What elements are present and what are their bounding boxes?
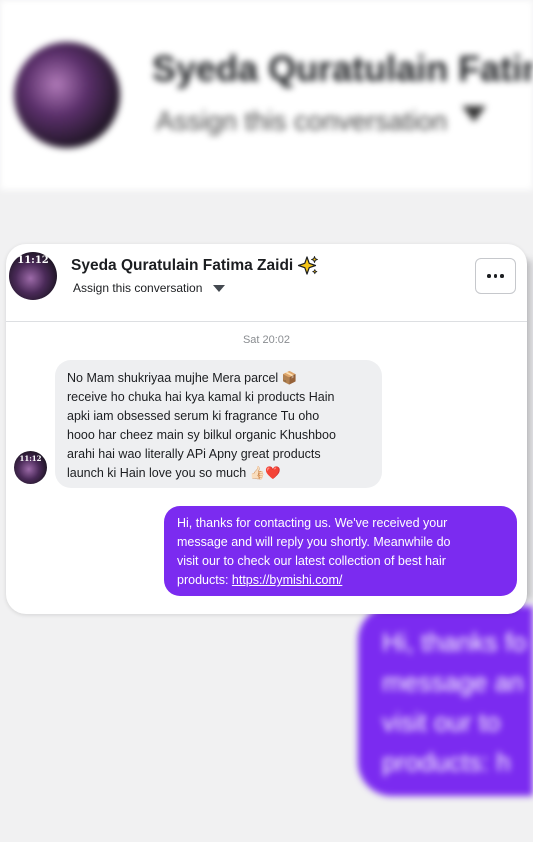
incoming-message-bubble[interactable]: No Mam shukriyaa mujhe Mera parcel 📦 rec…: [55, 360, 382, 488]
avatar-time-text: 11:12: [17, 255, 49, 266]
incoming-message-line: hooo har cheez main sy bilkul organic Kh…: [67, 428, 336, 442]
outgoing-link-prefix: products:: [177, 573, 232, 587]
bg-bubble-line: message an: [382, 667, 524, 697]
bg-outgoing-bubble: Hi, thanks fo message an visit our to pr…: [358, 606, 533, 796]
more-options-button[interactable]: [475, 258, 516, 294]
website-link[interactable]: https://bymishi.com/: [232, 573, 342, 587]
incoming-message-line: No Mam shukriyaa mujhe Mera parcel 📦: [67, 371, 298, 385]
outgoing-message-line: Hi, thanks for contacting us. We've rece…: [177, 516, 448, 530]
bg-contact-name: Syeda Quratulain Fatima Zaidi: [152, 48, 533, 89]
bg-bubble-line: Hi, thanks fo: [382, 627, 527, 657]
bg-avatar: [14, 42, 120, 148]
bg-assign-label: Assign this conversation: [156, 106, 448, 136]
sender-avatar-time-text: 11:12: [19, 454, 42, 463]
bg-bubble-line: visit our to: [382, 707, 501, 737]
conversation-header: 11:12 Syeda Quratulain Fatima Zaidi Assi…: [6, 244, 527, 322]
outgoing-message-line: visit our to check our latest collection…: [177, 554, 446, 568]
outgoing-message-line: message and will reply you shortly. Mean…: [177, 535, 451, 549]
caret-down-icon[interactable]: [212, 281, 226, 292]
outgoing-message-line: products: https://bymishi.com/: [177, 571, 505, 590]
bg-bubble-line: products: h: [382, 747, 511, 777]
more-options-icon: [500, 274, 504, 278]
sparkles-icon: [297, 255, 319, 277]
incoming-message-line: receive ho chuka hai kya kamal ki produc…: [67, 390, 335, 404]
message-timestamp: Sat 20:02: [242, 334, 291, 346]
conversation-card: 11:12 Syeda Quratulain Fatima Zaidi Assi…: [6, 244, 527, 614]
incoming-message-line: launch ki Hain love you so much 👍🏻❤️: [67, 466, 281, 480]
bg-caret-down-icon: [462, 106, 486, 122]
assign-conversation-dropdown[interactable]: Assign this conversation: [73, 281, 202, 295]
incoming-message-line: arahi hai wao literally APi Apny great p…: [67, 447, 321, 461]
sender-avatar[interactable]: 11:12: [14, 451, 47, 484]
more-options-icon: [487, 274, 491, 278]
more-options-icon: [493, 274, 498, 278]
avatar[interactable]: 11:12: [9, 252, 57, 300]
incoming-message-line: apki iam obsessed serum ki fragrance Tu …: [67, 409, 320, 423]
contact-name[interactable]: Syeda Quratulain Fatima Zaidi: [71, 257, 293, 275]
outgoing-message-bubble[interactable]: Hi, thanks for contacting us. We've rece…: [164, 506, 517, 596]
